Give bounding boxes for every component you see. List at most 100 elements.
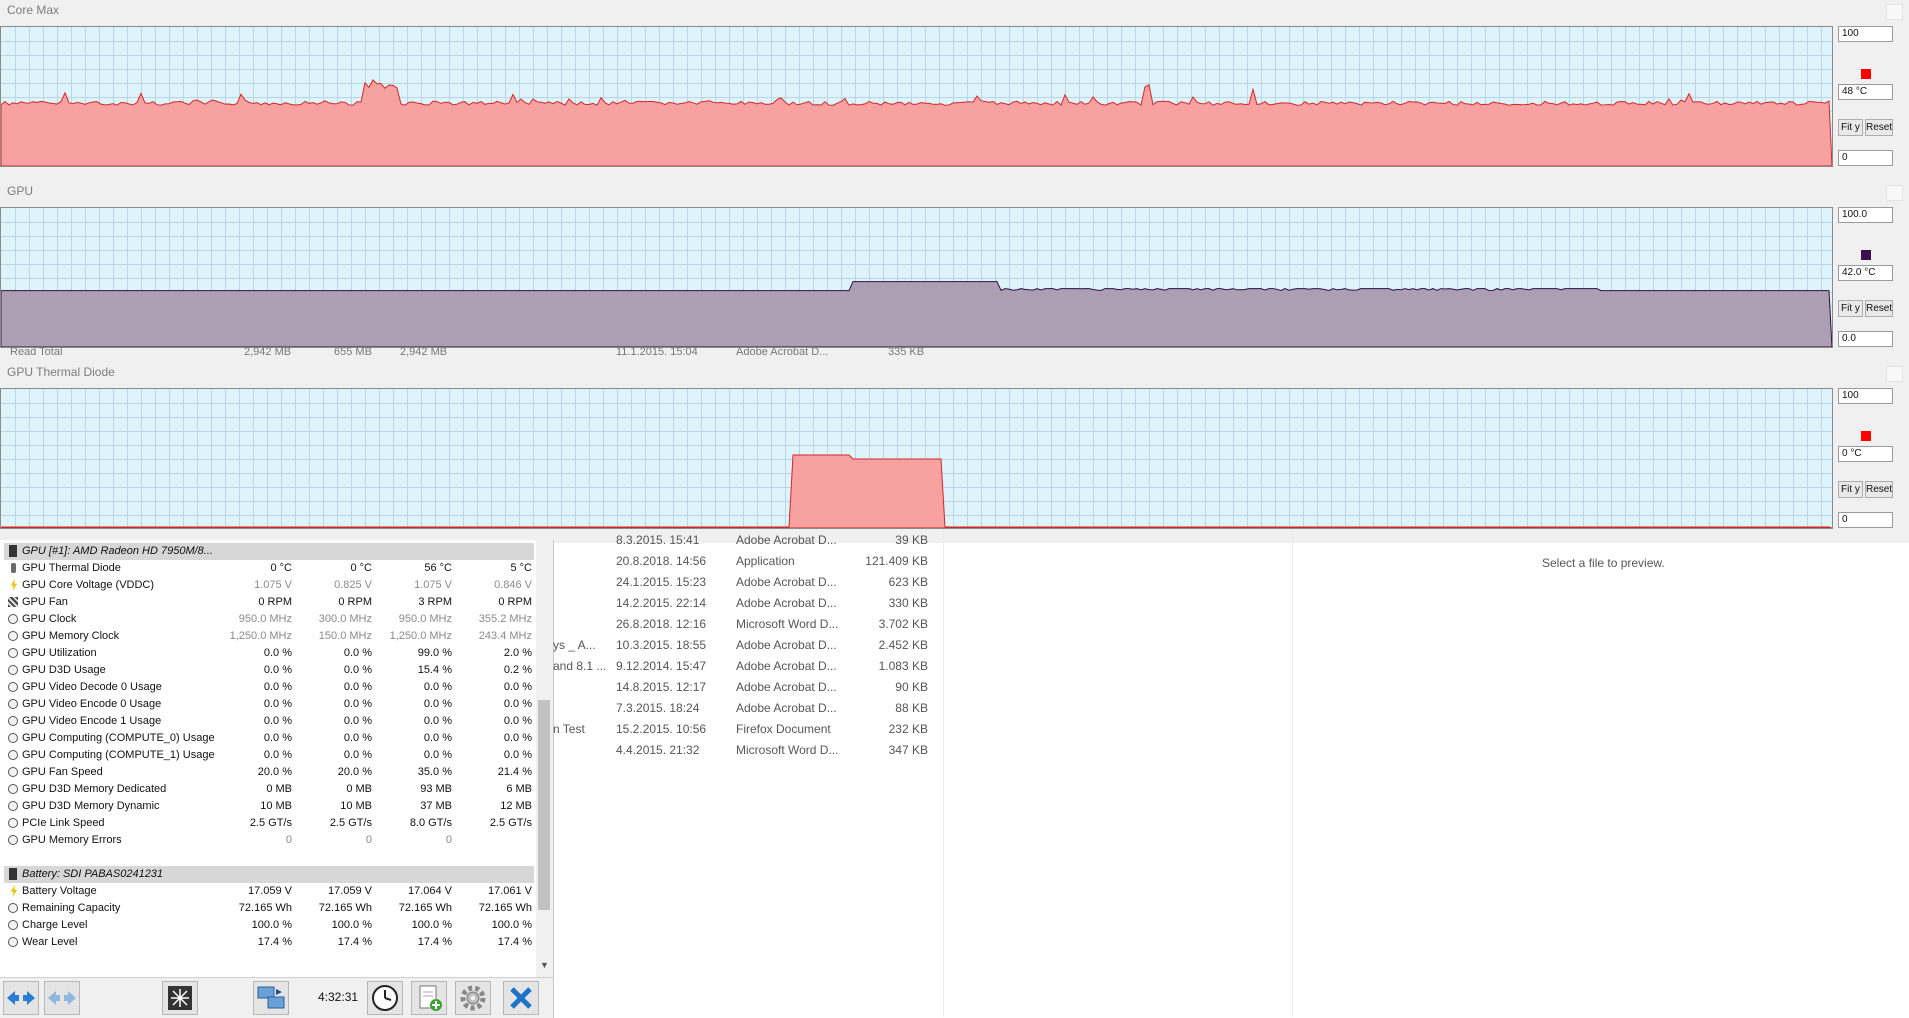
file-row[interactable]: 14.8.2015. 12:17 Adobe Acrobat D... 90 KB — [553, 677, 943, 697]
sensor-icon — [8, 903, 18, 913]
graph-color-swatch[interactable] — [1861, 431, 1871, 441]
sensor-name: GPU Fan — [22, 596, 68, 608]
graph-max-label[interactable]: 100 — [1838, 26, 1893, 42]
file-row[interactable]: 7.3.2015. 18:24 Adobe Acrobat D... 88 KB — [553, 698, 943, 718]
sensor-name: Remaining Capacity — [22, 902, 121, 914]
sensor-row[interactable]: GPU Fan 0 RPM 0 RPM 3 RPM 0 RPM — [4, 594, 534, 611]
battery-section-header[interactable]: Battery: SDI PABAS0241231 — [4, 866, 534, 883]
graph-close-icon[interactable] — [1886, 185, 1903, 201]
sensor-row[interactable]: PCIe Link Speed 2.5 GT/s 2.5 GT/s 8.0 GT/s 2… — [4, 815, 534, 832]
graph-color-swatch[interactable] — [1861, 250, 1871, 260]
graph-close-icon[interactable] — [1886, 366, 1903, 382]
graph-plot — [0, 26, 1833, 167]
sensor-name: GPU Memory Errors — [22, 834, 122, 846]
graph-window-2: GPU Thermal Diode 100 0 °C Fit y Reset 0 — [0, 362, 1909, 543]
sensor-row[interactable]: GPU D3D Memory Dedicated 0 MB 0 MB 93 MB 6 M… — [4, 781, 534, 798]
sensor-row[interactable]: GPU Video Decode 0 Usage 0.0 % 0.0 % 0.0 % 0… — [4, 679, 534, 696]
file-row[interactable]: 24.1.2015. 15:23 Adobe Acrobat D... 623 KB — [553, 572, 943, 592]
graph-min-label[interactable]: 0.0 — [1838, 331, 1893, 347]
fit-y-button[interactable]: Fit y — [1838, 300, 1863, 317]
sensor-row[interactable]: GPU Clock 950.0 MHz 300.0 MHz 950.0 MHz 355.… — [4, 611, 534, 628]
sensor-value: 355.2 MHz — [478, 613, 532, 625]
reset-button[interactable]: Reset — [1865, 119, 1893, 136]
graph-close-icon[interactable] — [1886, 4, 1903, 20]
sensor-value: 950.0 MHz — [238, 613, 292, 625]
file-date: 15.2.2015. 10:56 — [616, 722, 707, 736]
file-row[interactable]: n Test 15.2.2015. 10:56 Firefox Document 23… — [553, 719, 943, 739]
sensor-icon — [8, 818, 18, 828]
sensor-row[interactable]: Battery Voltage 17.059 V 17.059 V 17.064 V 1… — [4, 883, 534, 900]
reset-button[interactable]: Reset — [1865, 481, 1893, 498]
sensor-row[interactable]: GPU Computing (COMPUTE_1) Usage 0.0 % 0.0 … — [4, 747, 534, 764]
sensor-row[interactable]: GPU D3D Usage 0.0 % 0.0 % 15.4 % 0.2 % — [4, 662, 534, 679]
sensor-name: GPU Fan Speed — [22, 766, 103, 778]
sensor-value: 0 RPM — [338, 596, 372, 608]
sensor-row[interactable]: GPU Memory Clock 1,250.0 MHz 150.0 MHz 1,25… — [4, 628, 534, 645]
sensor-icon — [8, 767, 18, 777]
gpu-section-header[interactable]: GPU [#1]: AMD Radeon HD 7950M/8... — [4, 543, 534, 560]
file-row[interactable]: 14.2.2015. 22:14 Adobe Acrobat D... 330 KB — [553, 593, 943, 613]
sensor-row[interactable]: Charge Level 100.0 % 100.0 % 100.0 % 100.0 % — [4, 917, 534, 934]
sensor-name: GPU Memory Clock — [22, 630, 120, 642]
sensor-value: 0 °C — [350, 562, 372, 574]
graph-min-label[interactable]: 0 — [1838, 512, 1893, 528]
clock-button[interactable] — [367, 981, 403, 1015]
file-row[interactable]: 8.3.2015. 15:41 Adobe Acrobat D... 39 KB — [553, 530, 943, 550]
file-type: Adobe Acrobat D... — [736, 680, 837, 694]
graph-canvas — [1, 208, 1832, 347]
reset-button[interactable]: Reset — [1865, 300, 1893, 317]
settings-button[interactable] — [455, 981, 491, 1015]
file-row[interactable]: ys _ A... 10.3.2015. 18:55 Adobe Acrobat D… — [553, 635, 943, 655]
file-date: 4.4.2015. 21:32 — [616, 743, 700, 757]
file-date: 10.3.2015. 18:55 — [616, 638, 707, 652]
add-report-button[interactable] — [411, 981, 447, 1015]
fit-y-button[interactable]: Fit y — [1838, 481, 1863, 498]
sensor-value: 0.0 % — [503, 732, 532, 744]
file-row[interactable]: and 8.1 ... 9.12.2014. 15:47 Adobe Acrobat… — [553, 656, 943, 676]
sensor-value: 72.165 Wh — [238, 902, 292, 914]
graph-series — [1, 281, 1832, 347]
sensor-row[interactable]: GPU Video Encode 0 Usage 0.0 % 0.0 % 0.0 % 0… — [4, 696, 534, 713]
bg-value: 2,942 MB — [244, 346, 292, 358]
sensor-value: 17.4 % — [497, 936, 532, 948]
scroll-thumb[interactable] — [538, 700, 550, 910]
sensor-row[interactable]: GPU Video Encode 1 Usage 0.0 % 0.0 % 0.0 % 0… — [4, 713, 534, 730]
file-row[interactable]: 4.4.2015. 21:32 Microsoft Word D... 347 KB — [553, 740, 943, 760]
sensor-row[interactable]: GPU Memory Errors 0 0 0 — [4, 832, 534, 849]
transfer-button[interactable] — [253, 981, 289, 1015]
bg-value: 655 MB — [334, 346, 372, 358]
close-button[interactable] — [503, 981, 539, 1015]
file-type: Microsoft Word D... — [736, 743, 839, 757]
fit-y-button[interactable]: Fit y — [1838, 119, 1863, 136]
sensor-row[interactable]: GPU Core Voltage (VDDC) 1.075 V 0.825 V 1.0… — [4, 577, 534, 594]
graph-min-label[interactable]: 0 — [1838, 150, 1893, 166]
sensor-value: 0.0 % — [343, 749, 372, 761]
network-button[interactable] — [162, 981, 198, 1015]
scroll-down-icon[interactable]: ▼ — [536, 960, 553, 974]
graph-max-label[interactable]: 100 — [1838, 388, 1893, 404]
file-row[interactable]: 26.8.2018. 12:16 Microsoft Word D... 3.702… — [553, 614, 943, 634]
nav-arrows-disabled-button[interactable] — [44, 981, 80, 1015]
sensor-row[interactable]: GPU D3D Memory Dynamic 10 MB 10 MB 37 MB 12 … — [4, 798, 534, 815]
sensor-row[interactable]: Wear Level 17.4 % 17.4 % 17.4 % 17.4 % — [4, 934, 534, 951]
bg-row-read-total: Read Total — [10, 346, 63, 358]
sensor-row[interactable]: GPU Fan Speed 20.0 % 20.0 % 35.0 % 21.4 % — [4, 764, 534, 781]
sensor-scrollbar[interactable]: ▼ — [536, 540, 553, 977]
file-type: Adobe Acrobat D... — [736, 638, 837, 652]
file-row[interactable]: 20.8.2018. 14:56 Application 121.409 KB — [553, 551, 943, 571]
sensor-name: GPU D3D Memory Dynamic — [22, 800, 160, 812]
sensor-value: 300.0 MHz — [318, 613, 372, 625]
graph-title: GPU Thermal Diode — [7, 365, 115, 379]
sensor-row[interactable]: GPU Thermal Diode 0 °C 0 °C 56 °C 5 °C — [4, 560, 534, 577]
graph-max-label[interactable]: 100.0 — [1838, 207, 1893, 223]
voltage-icon — [10, 885, 18, 897]
sensor-value: 0.0 % — [343, 647, 372, 659]
sensor-row[interactable]: GPU Utilization 0.0 % 0.0 % 99.0 % 2.0 % — [4, 645, 534, 662]
sensor-value: 17.064 V — [407, 885, 452, 897]
nav-arrows-button[interactable] — [3, 981, 39, 1015]
graph-color-swatch[interactable] — [1861, 69, 1871, 79]
bg-file-size: 335 KB — [888, 346, 925, 358]
sensor-row[interactable]: GPU Computing (COMPUTE_0) Usage 0.0 % 0.0 … — [4, 730, 534, 747]
sensor-row[interactable]: Remaining Capacity 72.165 Wh 72.165 Wh 72.1… — [4, 900, 534, 917]
file-size: 88 KB — [895, 701, 928, 715]
